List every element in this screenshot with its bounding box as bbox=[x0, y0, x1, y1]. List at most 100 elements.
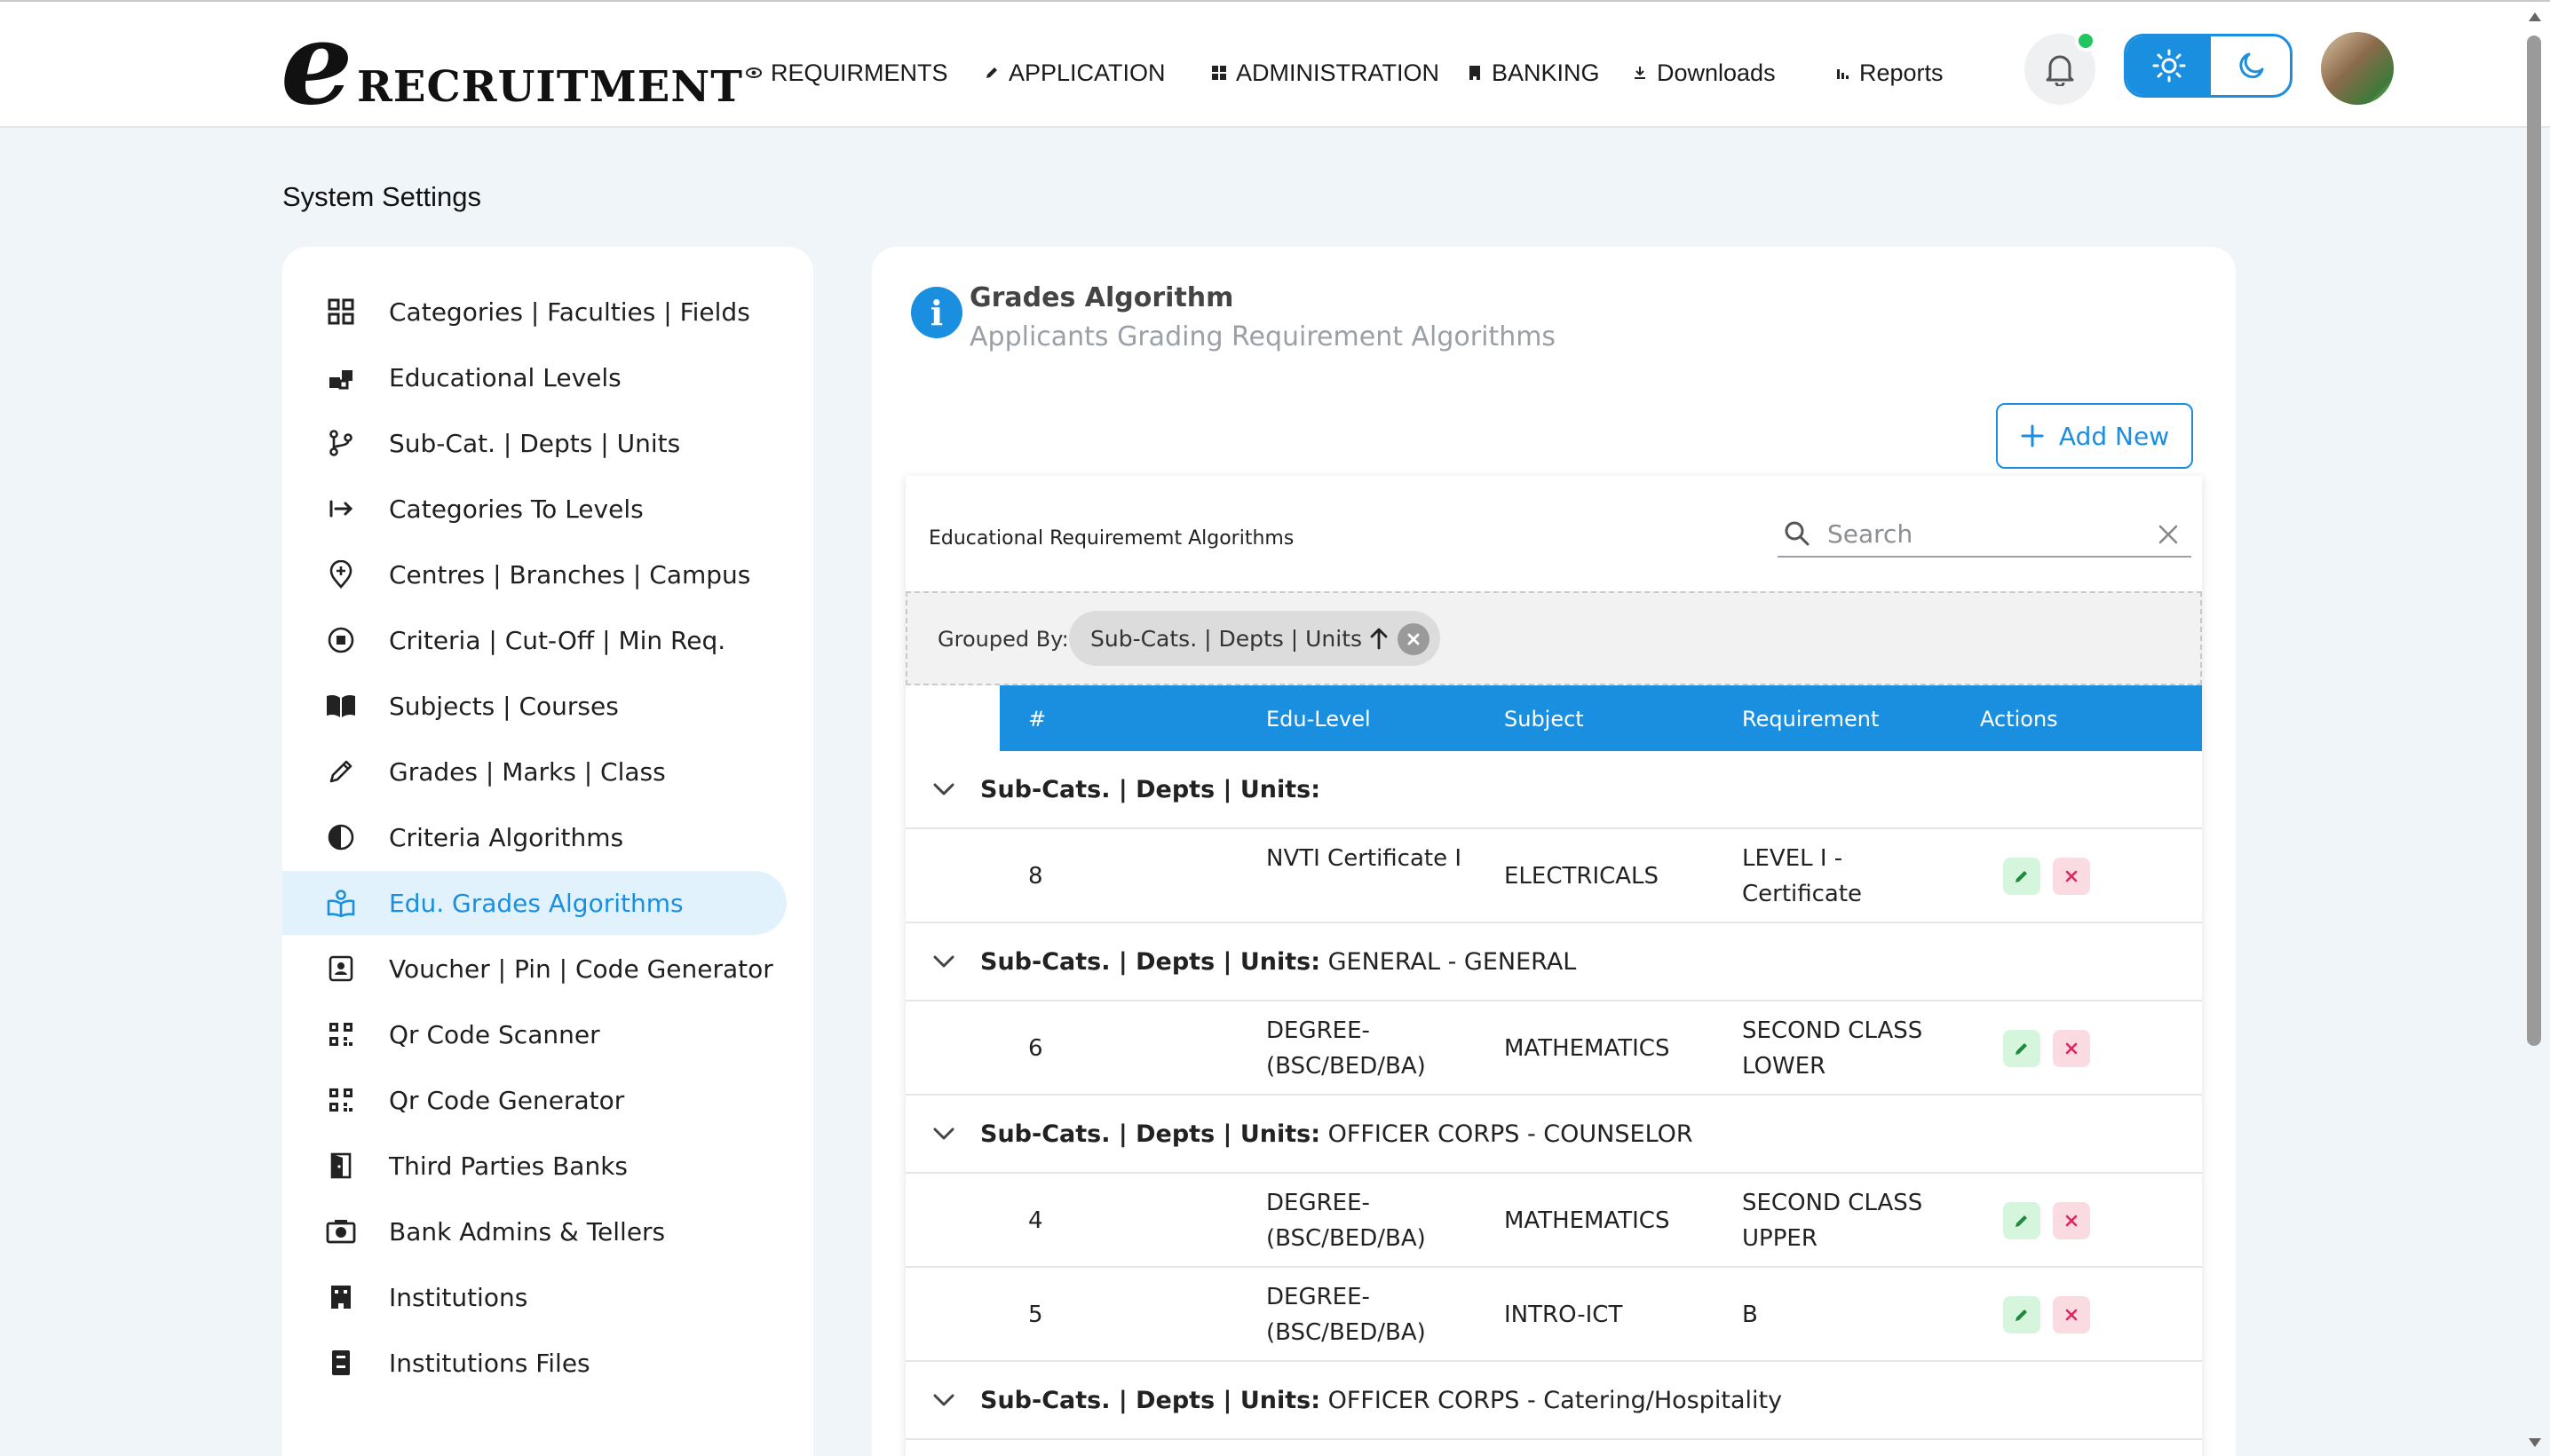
sidebar-item-bank-admins[interactable]: Bank Admins & Tellers bbox=[282, 1199, 787, 1263]
chevron-down-icon[interactable] bbox=[931, 948, 957, 975]
cell-requirement: LEVEL I - Certificate bbox=[1742, 845, 1863, 907]
chevron-down-icon[interactable] bbox=[931, 1120, 957, 1147]
remove-group-icon[interactable] bbox=[1398, 623, 1429, 655]
nav-administration[interactable]: ADMINISTRATION bbox=[1211, 53, 1439, 92]
group-chip[interactable]: Sub-Cats. | Depts | Units bbox=[1069, 611, 1440, 666]
group-row[interactable]: Sub-Cats. | Depts | Units: OFFICER CORPS… bbox=[906, 1096, 2202, 1174]
location-add-icon bbox=[325, 558, 357, 590]
sidebar-item-criteria-algorithms[interactable]: Criteria Algorithms bbox=[282, 805, 787, 869]
sidebar-item-label: Subjects | Courses bbox=[389, 691, 619, 721]
group-row[interactable]: Sub-Cats. | Depts | Units: bbox=[906, 751, 2202, 829]
avatar[interactable] bbox=[2321, 32, 2394, 105]
notification-status-dot bbox=[2075, 30, 2096, 51]
column-header-number[interactable]: # bbox=[1028, 707, 1046, 732]
scroll-down-arrow[interactable] bbox=[2529, 1438, 2541, 1447]
column-header-edu-level[interactable]: Edu-Level bbox=[1266, 707, 1371, 732]
sidebar-item-label: Sub-Cat. | Depts | Units bbox=[389, 428, 681, 458]
sidebar-item-educational-levels[interactable]: Educational Levels bbox=[282, 345, 787, 409]
sidebar-item-edu-grades-algorithms[interactable]: Edu. Grades Algorithms bbox=[282, 871, 787, 935]
clear-search-icon[interactable] bbox=[2154, 520, 2182, 549]
light-theme-button[interactable] bbox=[2126, 36, 2211, 95]
nav-label: ADMINISTRATION bbox=[1236, 59, 1439, 86]
column-header-subject[interactable]: Subject bbox=[1504, 707, 1584, 732]
sidebar-item-institutions[interactable]: Institutions bbox=[282, 1265, 787, 1329]
nav-downloads[interactable]: Downloads bbox=[1632, 53, 1776, 92]
edit-button[interactable] bbox=[2003, 1296, 2040, 1333]
nav-label: Downloads bbox=[1657, 59, 1776, 86]
sidebar-item-label: Qr Code Scanner bbox=[389, 1019, 600, 1049]
sidebar-item-label: Criteria | Cut-Off | Min Req. bbox=[389, 625, 726, 655]
nav-banking[interactable]: BANKING bbox=[1467, 53, 1600, 92]
nav-application[interactable]: APPLICATION bbox=[984, 53, 1166, 92]
group-row[interactable]: Sub-Cats. | Depts | Units: OFFICER CORPS… bbox=[906, 1362, 2202, 1440]
table-row[interactable]: 4 DEGREE-(BSC/BED/BA) MATHEMATICS SECOND… bbox=[906, 1174, 2202, 1268]
nav-requirements[interactable]: REQUIRMENTS bbox=[746, 53, 948, 92]
card-subtitle: Applicants Grading Requirement Algorithm… bbox=[970, 321, 1556, 352]
sidebar-item-qr-scanner[interactable]: Qr Code Scanner bbox=[282, 1002, 787, 1066]
sidebar-item-categories-to-levels[interactable]: Categories To Levels bbox=[282, 477, 787, 541]
group-key: Sub-Cats. | Depts | Units: bbox=[980, 775, 1320, 803]
sidebar-item-label: Edu. Grades Algorithms bbox=[389, 888, 684, 918]
chevron-down-icon[interactable] bbox=[931, 1387, 957, 1413]
delete-button[interactable] bbox=[2053, 1030, 2090, 1067]
group-key: Sub-Cats. | Depts | Units: bbox=[980, 1386, 1320, 1414]
table-row[interactable]: 5 DEGREE-(BSC/BED/BA) INTRO-ICT B bbox=[906, 1268, 2202, 1362]
edit-pencil-icon bbox=[2015, 1310, 2027, 1321]
nav-label: REQUIRMENTS bbox=[771, 59, 948, 86]
delete-x-icon bbox=[2065, 1042, 2078, 1055]
page-title: System Settings bbox=[282, 181, 481, 212]
nav-reports[interactable]: Reports bbox=[1834, 53, 1944, 92]
sidebar-item-centres[interactable]: Centres | Branches | Campus bbox=[282, 542, 787, 606]
sidebar-item-qr-generator[interactable]: Qr Code Generator bbox=[282, 1068, 787, 1132]
group-key: Sub-Cats. | Depts | Units: bbox=[980, 1120, 1320, 1148]
sidebar-item-institutions-files[interactable]: Institutions Files bbox=[282, 1331, 787, 1395]
sidebar-item-third-parties-banks[interactable]: Third Parties Banks bbox=[282, 1134, 787, 1198]
search-icon bbox=[1779, 516, 1815, 551]
sidebar-item-label: Criteria Algorithms bbox=[389, 822, 624, 852]
file-cabinet-icon bbox=[325, 1347, 357, 1379]
sidebar-item-label: Qr Code Generator bbox=[389, 1085, 625, 1115]
sidebar-item-criteria[interactable]: Criteria | Cut-Off | Min Req. bbox=[282, 608, 787, 672]
settings-sidebar: Categories | Faculties | Fields Educatio… bbox=[282, 247, 813, 1456]
sidebar-item-label: Institutions bbox=[389, 1282, 528, 1312]
group-by-panel[interactable]: Grouped By: Sub-Cats. | Depts | Units bbox=[906, 591, 2202, 685]
search-input[interactable] bbox=[1827, 518, 2129, 549]
sort-ascending-icon[interactable] bbox=[1367, 627, 1390, 650]
group-value: GENERAL - GENERAL bbox=[1320, 947, 1577, 976]
column-header-requirement[interactable]: Requirement bbox=[1742, 707, 1879, 732]
camera-icon bbox=[325, 1215, 357, 1247]
scroll-up-arrow[interactable] bbox=[2529, 12, 2541, 21]
theme-toggle[interactable] bbox=[2124, 34, 2293, 98]
edit-pencil-icon bbox=[2015, 1215, 2027, 1227]
delete-button[interactable] bbox=[2053, 858, 2090, 895]
blocks-icon bbox=[325, 361, 357, 393]
dark-theme-button[interactable] bbox=[2211, 36, 2290, 95]
sidebar-item-voucher[interactable]: Voucher | Pin | Code Generator bbox=[282, 937, 787, 1001]
edit-button[interactable] bbox=[2003, 858, 2040, 895]
add-new-label: Add New bbox=[2058, 421, 2170, 451]
group-value: OFFICER CORPS - Catering/Hospitality bbox=[1320, 1386, 1783, 1414]
cell-subject: MATHEMATICS bbox=[1504, 1207, 1670, 1234]
sidebar-item-grades[interactable]: Grades | Marks | Class bbox=[282, 740, 787, 803]
delete-button[interactable] bbox=[2053, 1296, 2090, 1333]
eye-icon bbox=[746, 65, 762, 81]
book-reader-icon bbox=[325, 887, 357, 919]
page-scrollbar[interactable] bbox=[2527, 36, 2541, 1046]
cell-edu-level: DEGREE-(BSC/BED/BA) bbox=[1266, 1017, 1426, 1080]
group-row[interactable]: Sub-Cats. | Depts | Units: GENERAL - GEN… bbox=[906, 923, 2202, 1001]
sidebar-item-categories[interactable]: Categories | Faculties | Fields bbox=[282, 280, 787, 344]
top-navbar: e RECRUITMENT REQUIRMENTS APPLICATION AD… bbox=[0, 0, 2550, 128]
delete-button[interactable] bbox=[2053, 1202, 2090, 1239]
book-open-icon bbox=[325, 690, 357, 722]
table-row[interactable]: 8 NVTI Certificate I ELECTRICALS LEVEL I… bbox=[906, 829, 2202, 923]
add-new-button[interactable]: Add New bbox=[1996, 403, 2193, 469]
sidebar-item-sub-cat[interactable]: Sub-Cat. | Depts | Units bbox=[282, 411, 787, 475]
edit-button[interactable] bbox=[2003, 1030, 2040, 1067]
cell-edu-level: DEGREE-(BSC/BED/BA) bbox=[1266, 1284, 1426, 1346]
grid-header: Educational Requirememt Algorithms bbox=[906, 476, 2202, 591]
chevron-down-icon[interactable] bbox=[931, 776, 957, 803]
edit-button[interactable] bbox=[2003, 1202, 2040, 1239]
table-row[interactable]: 6 DEGREE-(BSC/BED/BA) MATHEMATICS SECOND… bbox=[906, 1001, 2202, 1096]
sidebar-item-subjects[interactable]: Subjects | Courses bbox=[282, 674, 787, 738]
app-logo[interactable]: e RECRUITMENT bbox=[281, 7, 742, 121]
